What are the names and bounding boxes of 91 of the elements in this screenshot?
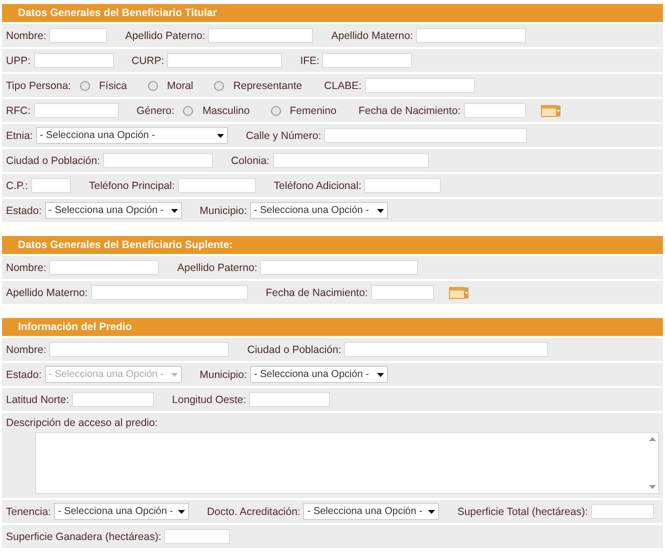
scroll-down-icon[interactable] [648, 485, 656, 489]
field-label: C.P.: [6, 180, 28, 192]
field-label: Estado: [6, 368, 42, 380]
dropdown[interactable]: - Selecciona una Opción - [36, 127, 228, 144]
caret-icon [376, 208, 384, 212]
field-label: Municipio: [200, 368, 247, 380]
dropdown[interactable]: - Selecciona una Opción - [250, 202, 388, 219]
input-field[interactable] [260, 260, 418, 275]
dropdown[interactable]: - Selecciona una Opción - [303, 503, 440, 520]
field-label: CLABE: [324, 80, 362, 92]
field-label: Estado: [6, 204, 42, 216]
field-label: Tenencia: [6, 506, 51, 518]
caret-icon [178, 510, 185, 514]
input-field[interactable] [34, 103, 118, 118]
input-field[interactable] [178, 178, 256, 193]
field-label: Superficie Ganadera (hectáreas): [6, 530, 162, 542]
field-label: Etnia: [6, 130, 33, 142]
field-label: Apellido Paterno: [125, 30, 206, 42]
field-label: Fecha de Nacimiento: [358, 104, 461, 116]
input-field[interactable] [249, 392, 330, 407]
radio-button[interactable] [183, 106, 194, 116]
date-field[interactable] [370, 285, 434, 300]
input-field[interactable] [167, 53, 282, 68]
input-field[interactable] [344, 342, 548, 357]
radio-label: Física [98, 80, 127, 92]
field-label: IFE: [300, 54, 320, 66]
field-label: Ciudad o Población: [247, 344, 342, 356]
radio-button[interactable] [80, 80, 90, 90]
section-header: Datos Generales del Beneficiario Titular [2, 4, 663, 22]
input-field[interactable] [49, 342, 230, 357]
field-label: Municipio: [200, 204, 247, 216]
caret-icon [428, 510, 436, 514]
field-label: Docto. Acreditación: [206, 506, 300, 518]
section-header: Datos Generales del Beneficiario Suplente: [2, 236, 663, 254]
input-field[interactable] [324, 128, 528, 143]
field-label: Nombre: [6, 262, 46, 274]
input-field[interactable] [208, 28, 314, 43]
input-field[interactable] [30, 178, 71, 193]
caret-icon [376, 372, 384, 376]
caret-icon [170, 372, 178, 376]
radio-button[interactable] [270, 106, 281, 116]
radio-label: Representante [233, 80, 302, 92]
radio-button[interactable] [148, 80, 158, 90]
date-field[interactable] [464, 103, 526, 118]
radio-label: Masculino [202, 104, 250, 116]
input-field[interactable] [34, 53, 114, 68]
field-label: Superficie Total (hectáreas): [457, 506, 588, 518]
radio-label: Moral [167, 80, 194, 92]
input-field[interactable] [49, 260, 160, 275]
field-label: Latitud Norte: [6, 394, 70, 406]
scroll-up-icon[interactable] [648, 437, 656, 441]
field-label: Ciudad o Población: [6, 154, 100, 166]
field-label: Teléfono Adicional: [274, 180, 362, 192]
input-field[interactable] [49, 28, 108, 43]
field-label: Calle y Número: [246, 130, 322, 142]
input-field[interactable] [322, 53, 412, 68]
field-label: UPP: [6, 54, 31, 66]
input-field[interactable] [364, 178, 442, 193]
input-field[interactable] [72, 392, 154, 407]
radio-button[interactable] [214, 80, 224, 90]
dropdown[interactable]: - Selecciona una Opción - [44, 202, 182, 219]
field-label: Teléfono Principal: [88, 180, 175, 192]
caret-icon [216, 134, 224, 138]
field-label: CURP: [132, 54, 164, 66]
field-label: Género: [136, 104, 174, 116]
input-field[interactable] [90, 285, 248, 300]
input-field[interactable] [364, 78, 475, 93]
calendar-icon[interactable] [448, 286, 469, 298]
input-field[interactable] [590, 504, 654, 519]
field-label: Colonia: [230, 154, 270, 166]
dropdown[interactable]: - Selecciona una Opción - [54, 503, 189, 520]
input-field[interactable] [416, 28, 526, 43]
dropdown[interactable]: - Selecciona una Opción - [250, 366, 388, 383]
input-field[interactable] [164, 529, 230, 544]
field-label: RFC: [6, 104, 30, 116]
section-header: Información del Predio [2, 318, 663, 336]
field-label: Fecha de Nacimiento: [266, 286, 368, 298]
text-area[interactable] [35, 432, 659, 494]
field-label: Apellido Materno: [6, 286, 88, 298]
caret-icon [170, 208, 178, 212]
field-label: Apellido Materno: [331, 30, 413, 42]
input-field[interactable] [272, 153, 429, 168]
radio-label: Femenino [290, 104, 336, 116]
field-label: Descripción de acceso al predio: [6, 417, 159, 429]
field-label: Nombre: [6, 30, 46, 42]
field-label: Apellido Paterno: [177, 262, 258, 274]
field-label: Nombre: [6, 344, 46, 356]
field-label: Tipo Persona: [6, 80, 71, 92]
field-label: Longitud Oeste: [172, 394, 246, 406]
calendar-icon[interactable] [540, 104, 561, 116]
input-field[interactable] [102, 153, 213, 168]
